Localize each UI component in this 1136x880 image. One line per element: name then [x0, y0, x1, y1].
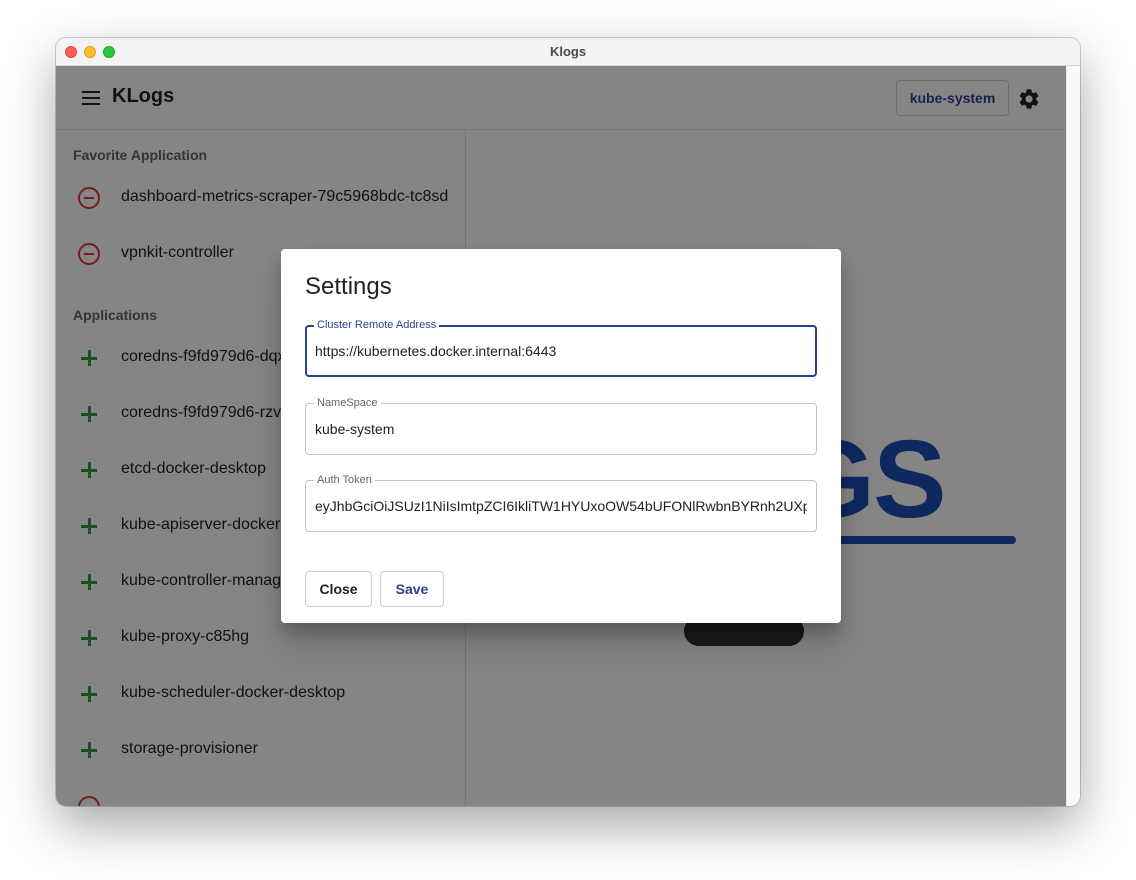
auth-token-field[interactable]: Auth Token eyJhbGciOiJSUzI1NiIsImtpZCI6I… — [305, 473, 817, 532]
namespace-input[interactable]: kube-system — [315, 421, 807, 437]
cluster-address-label: Cluster Remote Address — [314, 318, 440, 332]
window-maximize-button[interactable] — [103, 46, 115, 58]
title-bar: Klogs — [56, 38, 1080, 66]
cluster-address-input[interactable]: https://kubernetes.docker.internal:6443 — [315, 343, 806, 359]
scrollbar[interactable] — [1066, 66, 1080, 806]
settings-dialog: Settings Cluster Remote Address https://… — [281, 249, 841, 623]
window-minimize-button[interactable] — [84, 46, 96, 58]
save-button[interactable]: Save — [380, 571, 444, 607]
dialog-title: Settings — [305, 273, 392, 300]
namespace-field[interactable]: NameSpace kube-system — [305, 396, 817, 455]
window-title: Klogs — [549, 44, 587, 59]
app-content: KLogs kube-system Favorite Application d… — [56, 66, 1066, 806]
auth-token-input[interactable]: eyJhbGciOiJSUzI1NiIsImtpZCI6IkliTW1HYUxo… — [315, 498, 807, 514]
auth-token-label: Auth Token — [314, 473, 375, 487]
app-window: Klogs KLogs kube-system Favorite Applica… — [56, 38, 1080, 806]
cluster-address-field[interactable]: Cluster Remote Address https://kubernete… — [305, 318, 817, 377]
close-button[interactable]: Close — [305, 571, 372, 607]
namespace-label: NameSpace — [314, 396, 381, 410]
window-close-button[interactable] — [65, 46, 77, 58]
